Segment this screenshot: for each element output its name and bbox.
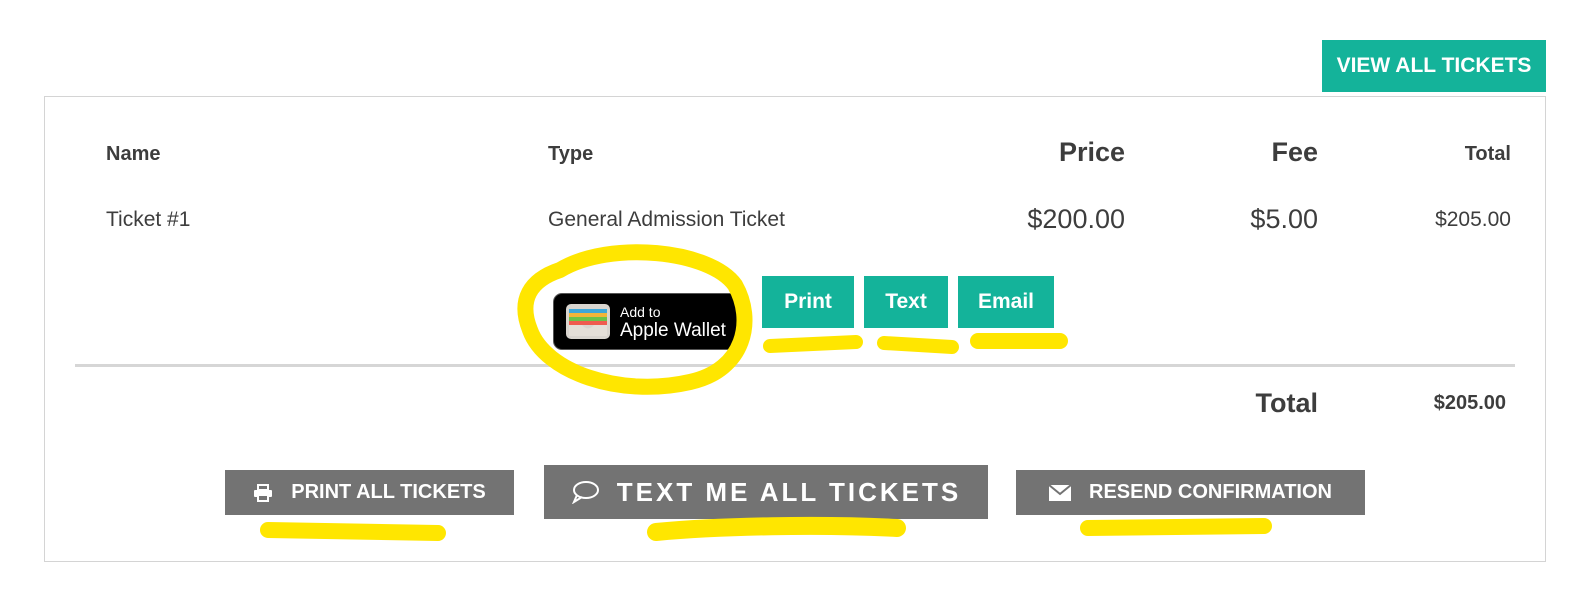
summary-total-value: $205.00 — [1433, 392, 1506, 414]
column-header-type: Type — [548, 143, 594, 165]
add-to-apple-wallet-button[interactable]: Add to Apple Wallet — [553, 293, 741, 350]
resend-confirmation-button[interactable]: RESEND CONFIRMATION — [1016, 470, 1365, 515]
ticket-fee-cell: $5.00 — [1250, 204, 1318, 234]
ticket-type-cell: General Admission Ticket — [548, 208, 785, 231]
wallet-icon — [566, 304, 610, 339]
chat-bubble-icon — [571, 480, 599, 504]
ticket-price-cell: $200.00 — [1027, 204, 1125, 234]
printer-icon — [253, 483, 273, 502]
text-me-all-label: TEXT ME ALL TICKETS — [616, 476, 962, 507]
column-header-fee: Fee — [1271, 137, 1318, 167]
wallet-label-line2: Apple Wallet — [620, 320, 726, 341]
print-all-tickets-button[interactable]: PRINT ALL TICKETS — [225, 470, 514, 515]
ticket-total-cell: $205.00 — [1435, 208, 1511, 231]
resend-confirmation-label: RESEND CONFIRMATION — [1089, 481, 1332, 503]
section-divider — [75, 364, 1515, 367]
ticket-name-cell: Ticket #1 — [106, 208, 191, 231]
column-header-price: Price — [1058, 137, 1125, 167]
envelope-icon — [1049, 484, 1072, 501]
view-all-tickets-button[interactable]: VIEW ALL TICKETS — [1322, 40, 1546, 92]
column-header-total: Total — [1464, 143, 1511, 165]
text-ticket-button[interactable]: Text — [864, 276, 948, 328]
wallet-label-line1: Add to — [620, 304, 661, 320]
print-ticket-button[interactable]: Print — [762, 276, 854, 328]
column-header-name: Name — [106, 143, 161, 165]
text-me-all-tickets-button[interactable]: TEXT ME ALL TICKETS — [544, 465, 988, 519]
email-ticket-button[interactable]: Email — [958, 276, 1054, 328]
summary-total-label: Total — [1255, 388, 1319, 418]
print-all-label: PRINT ALL TICKETS — [291, 481, 486, 503]
